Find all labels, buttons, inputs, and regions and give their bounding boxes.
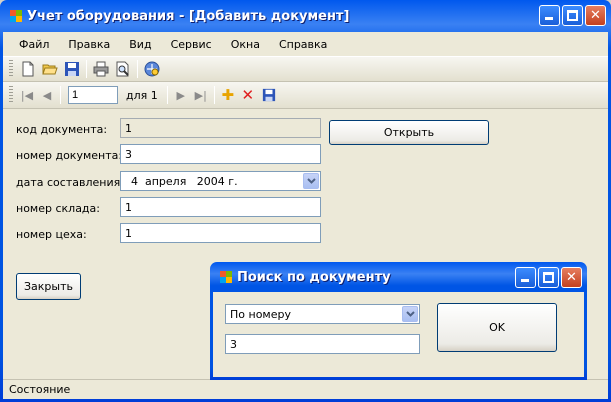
ok-button[interactable]: OK	[437, 303, 557, 352]
doc-number-label: номер документа:	[16, 149, 123, 162]
minimize-button[interactable]	[539, 5, 560, 26]
close-form-button[interactable]: Закрыть	[16, 273, 81, 300]
warehouse-label: номер склада:	[16, 202, 100, 215]
menu-file[interactable]: Файл	[11, 36, 57, 53]
doc-code-field[interactable]: 1	[120, 118, 321, 138]
dialog-app-icon	[219, 270, 233, 284]
move-next-icon[interactable]: ▶	[171, 85, 191, 105]
navigator-grip[interactable]	[9, 86, 13, 104]
new-file-icon[interactable]	[17, 58, 39, 80]
dialog-maximize-button[interactable]	[538, 267, 559, 288]
doc-date-picker[interactable]: 4 апреля 2004 г.	[120, 171, 321, 191]
main-window: Учет оборудования - [Добавить документ] …	[0, 0, 611, 402]
menu-windows[interactable]: Окна	[223, 36, 268, 53]
save-icon[interactable]	[61, 58, 83, 80]
chevron-down-icon[interactable]	[402, 306, 418, 322]
status-text: Состояние	[9, 383, 71, 396]
open-button[interactable]: Открыть	[329, 120, 489, 145]
doc-code-label: код документа:	[16, 123, 108, 136]
move-previous-icon[interactable]: ◀	[37, 85, 57, 105]
menu-view[interactable]: Вид	[121, 36, 159, 53]
maximize-button[interactable]	[562, 5, 583, 26]
toolbar-grip[interactable]	[9, 60, 13, 78]
dialog-client-area: По номеру 3 OK	[213, 292, 584, 377]
add-new-icon[interactable]: ✚	[218, 85, 238, 105]
move-first-icon[interactable]: |◀	[17, 85, 37, 105]
doc-date-value: 4 апреля 2004 г.	[131, 175, 238, 188]
search-value-input[interactable]: 3	[225, 334, 420, 354]
minimize-icon	[521, 279, 529, 282]
maximize-icon	[543, 272, 554, 283]
search-mode-value: По номеру	[230, 308, 291, 321]
menu-help[interactable]: Справка	[271, 36, 335, 53]
open-folder-icon[interactable]	[39, 58, 61, 80]
move-last-icon[interactable]: ▶|	[191, 85, 211, 105]
print-icon[interactable]	[90, 58, 112, 80]
toolbar-separator	[86, 60, 87, 78]
save-icon[interactable]	[258, 84, 280, 106]
dialog-minimize-button[interactable]	[515, 267, 536, 288]
record-count-label: для 1	[126, 88, 158, 102]
help-icon[interactable]	[141, 58, 163, 80]
maximize-icon	[567, 10, 578, 21]
menu-service[interactable]: Сервис	[163, 36, 220, 53]
print-preview-icon[interactable]	[112, 58, 134, 80]
dialog-title: Поиск по документу	[237, 269, 391, 285]
window-title: Учет оборудования - [Добавить документ]	[27, 8, 350, 24]
close-window-button[interactable]: ✕	[585, 5, 606, 26]
warehouse-field[interactable]: 1	[120, 197, 321, 217]
menu-bar: Файл Правка Вид Сервис Окна Справка	[3, 32, 608, 56]
menu-edit[interactable]: Правка	[60, 36, 118, 53]
workshop-label: номер цеха:	[16, 228, 87, 241]
close-icon: ✕	[590, 8, 601, 23]
dialog-close-button[interactable]: ✕	[561, 267, 582, 288]
doc-number-field[interactable]: 3	[120, 144, 321, 164]
delete-icon[interactable]: ✕	[238, 85, 258, 105]
doc-date-label: дата составления:	[16, 176, 124, 189]
binding-navigator: |◀ ◀ для 1 ▶ ▶| ✚ ✕	[3, 82, 608, 109]
toolbar-separator	[137, 60, 138, 78]
navigator-separator	[213, 86, 215, 104]
app-icon	[9, 9, 23, 23]
search-mode-select[interactable]: По номеру	[225, 304, 420, 324]
workshop-field[interactable]: 1	[120, 223, 321, 243]
main-title-bar[interactable]: Учет оборудования - [Добавить документ] …	[3, 0, 608, 32]
chevron-down-icon[interactable]	[303, 173, 319, 189]
position-input[interactable]	[68, 86, 118, 104]
navigator-separator	[60, 86, 61, 104]
standard-toolbar	[3, 56, 608, 82]
close-icon: ✕	[566, 270, 577, 285]
dialog-title-bar[interactable]: Поиск по документу ✕	[213, 262, 584, 292]
navigator-separator	[166, 86, 168, 104]
search-dialog: Поиск по документу ✕ По номеру 3 OK	[210, 262, 587, 380]
status-bar: Состояние	[3, 379, 608, 399]
minimize-icon	[545, 17, 553, 20]
